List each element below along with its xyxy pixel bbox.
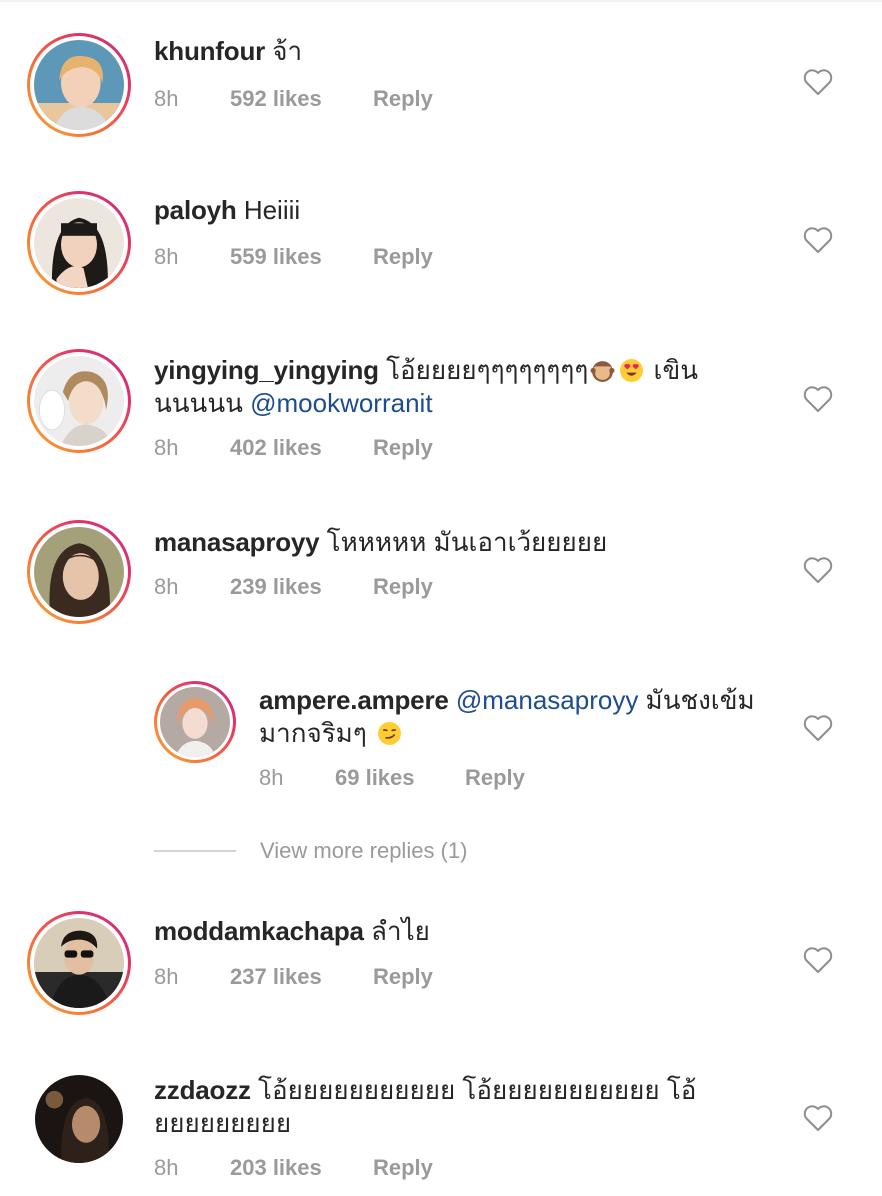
like-heart-icon[interactable] (803, 226, 833, 254)
like-heart-icon[interactable] (803, 946, 833, 974)
reply-likes[interactable]: 69 likes (335, 765, 415, 791)
reply-text: มากจริมๆ (259, 718, 367, 748)
comment-text: เขิน (646, 355, 698, 385)
reply-button[interactable]: Reply (373, 435, 433, 461)
heart-eyes-emoji-icon (620, 359, 644, 382)
comment-likes[interactable]: 559 likes (230, 244, 322, 270)
reply-username[interactable]: ampere.ampere (259, 685, 449, 715)
comment-text: โหหหหห มันเอาเว้ยยยยย (319, 527, 608, 557)
comment-likes[interactable]: 402 likes (230, 435, 322, 461)
like-heart-icon[interactable] (803, 556, 833, 584)
comment-likes[interactable]: 592 likes (230, 86, 322, 112)
reply-button[interactable]: Reply (465, 765, 525, 791)
like-heart-icon[interactable] (803, 68, 833, 96)
replies-divider (154, 850, 236, 852)
avatar[interactable] (27, 520, 131, 624)
reply-button[interactable]: Reply (373, 1155, 433, 1181)
avatar[interactable] (27, 349, 131, 453)
smirk-face-emoji-icon (377, 722, 401, 745)
reply-button[interactable]: Reply (373, 244, 433, 270)
comment-username[interactable]: paloyh (154, 195, 237, 225)
profile-photo-icon (34, 527, 124, 617)
reply-button[interactable]: Reply (373, 964, 433, 990)
comment-likes[interactable]: 203 likes (230, 1155, 322, 1181)
comment-likes[interactable]: 239 likes (230, 574, 322, 600)
comment-text: Heiiii (236, 195, 301, 225)
like-heart-icon[interactable] (803, 714, 833, 742)
profile-photo-icon (34, 198, 124, 288)
comment-username[interactable]: zzdaozz (154, 1075, 251, 1105)
avatar[interactable] (27, 33, 131, 137)
avatar[interactable] (154, 681, 236, 763)
profile-photo-icon (34, 918, 124, 1008)
comment-text: ลำไย (363, 916, 430, 946)
reply-button[interactable]: Reply (373, 574, 433, 600)
comment-time: 8h (154, 86, 179, 111)
reply-text: มันชงเข้ม (638, 685, 755, 715)
mention-link[interactable]: @mookworranit (250, 388, 432, 418)
comment-username[interactable]: khunfour (154, 36, 265, 66)
comment-time: 8h (154, 244, 179, 269)
comment-text: จ้า (265, 36, 303, 66)
see-no-evil-monkey-emoji-icon (590, 361, 615, 382)
avatar[interactable] (35, 1075, 123, 1163)
reply-button[interactable]: Reply (373, 86, 433, 112)
comment-username[interactable]: yingying_yingying (154, 355, 379, 385)
comment-username[interactable]: manasaproyy (154, 527, 320, 557)
comment-username[interactable]: moddamkachapa (154, 916, 364, 946)
reply-time: 8h (259, 765, 284, 790)
profile-photo-icon (34, 356, 124, 446)
comment-likes[interactable]: 237 likes (230, 964, 322, 990)
comment-time: 8h (154, 574, 179, 599)
avatar[interactable] (27, 911, 131, 1015)
profile-photo-icon (35, 1075, 123, 1163)
mention-link[interactable]: @manasaproyy (449, 685, 638, 715)
comment-text: โอ้ยยยยยยยยยยย โอ้ยยยยยยยยยยย โอ้ (250, 1075, 697, 1105)
comment-text: นนนนน (154, 388, 251, 418)
top-divider (0, 0, 882, 2)
comment-time: 8h (154, 435, 179, 460)
view-more-replies-label: View more replies (1) (260, 838, 468, 863)
profile-photo-icon (34, 40, 124, 130)
view-more-replies-button[interactable]: View more replies (1) (154, 838, 554, 868)
comment-time: 8h (154, 964, 179, 989)
comment-text: โอ้ยยยยๆๆๆๆๆๆๆๆ (378, 355, 589, 385)
comment-time: 8h (154, 1155, 179, 1180)
comment-text: ยยยยยยยยย (154, 1108, 292, 1138)
profile-photo-icon (160, 687, 230, 757)
avatar[interactable] (27, 191, 131, 295)
like-heart-icon[interactable] (803, 1104, 833, 1132)
like-heart-icon[interactable] (803, 385, 833, 413)
